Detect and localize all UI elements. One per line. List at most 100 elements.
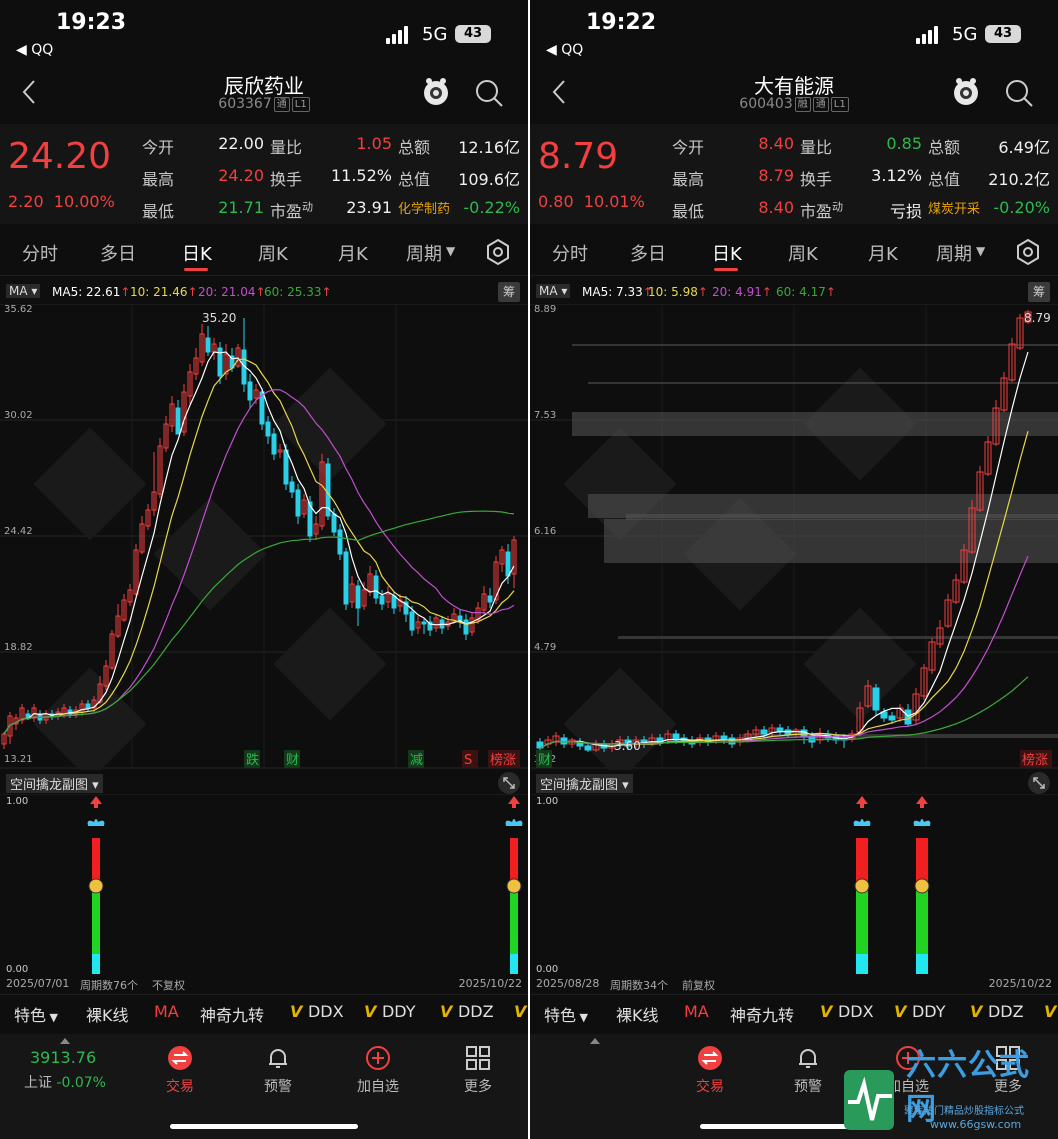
candle-body <box>175 407 181 435</box>
indicator-1[interactable]: 裸K线 <box>86 1002 129 1026</box>
adjust-mode[interactable]: 不复权 <box>152 977 185 993</box>
bottom-alert-button[interactable]: 预警 <box>768 1044 848 1096</box>
sub-chart-selector[interactable]: 空间擒龙副图 ▾ <box>6 774 103 793</box>
quote-label: 最低 <box>672 202 705 221</box>
bottom-trade-button[interactable]: 交易 <box>670 1044 750 1096</box>
quote-label: 总额 <box>398 138 431 157</box>
chart-settings-icon[interactable] <box>1014 238 1042 266</box>
candle-body <box>728 737 736 745</box>
chip-distribution-button[interactable]: 筹 <box>1028 282 1050 302</box>
index-value[interactable]: 3913.76 <box>30 1048 96 1067</box>
tab-multi-day[interactable]: 多日 <box>100 240 136 266</box>
chip-bar <box>572 344 1058 346</box>
expand-icon[interactable] <box>498 772 520 794</box>
chip-bar <box>572 412 1058 436</box>
nav-bar: 大有能源 600403 融通 L1 <box>530 64 1058 120</box>
background-watermark <box>33 667 147 770</box>
index-change: -0.07% <box>52 1075 106 1091</box>
period-count: 周期数34个 <box>610 979 668 992</box>
caret-down-icon[interactable]: ▼ <box>446 244 455 258</box>
event-tag: 榜涨 <box>1020 750 1052 768</box>
indicator-label: 裸K线 <box>86 1006 129 1025</box>
indicator-label: 神奇九转 <box>730 1006 795 1025</box>
indicator-2[interactable]: MA <box>154 1002 179 1021</box>
caret-down-icon[interactable]: ▼ <box>976 244 985 258</box>
kline-chart[interactable]: 8.897.536.164.793.428.793.60财榜涨 <box>530 304 1058 770</box>
tab-weekly-k[interactable]: 周K <box>788 240 818 266</box>
ma-selector[interactable]: MA ▾ <box>6 284 41 298</box>
bottom-add-watch-button[interactable]: 加自选 <box>338 1044 418 1096</box>
indicator-1[interactable]: 裸K线 <box>616 1002 659 1026</box>
indicator-label: DDY <box>911 1002 946 1021</box>
search-icon[interactable] <box>474 78 504 108</box>
indicator-5[interactable]: V DDY <box>364 1002 416 1021</box>
expand-up-icon[interactable] <box>60 1038 70 1044</box>
indicator-label: 裸K线 <box>616 1006 659 1025</box>
event-tag: 财 <box>284 750 300 768</box>
sub-chart-selector[interactable]: 空间擒龙副图 ▾ <box>536 774 633 793</box>
quote-label: 今开 <box>672 138 705 157</box>
chip-bar <box>588 382 1058 384</box>
signal-bar <box>853 796 871 974</box>
clock: 19:22 <box>586 10 657 35</box>
candle-body <box>337 529 343 555</box>
bottom-button-label: 更多 <box>464 1079 492 1095</box>
chip-distribution-button[interactable]: 筹 <box>498 282 520 302</box>
indicator-6[interactable]: V DDZ <box>440 1002 494 1021</box>
indicator-3[interactable]: 神奇九转 <box>730 1002 794 1026</box>
candle-body <box>487 595 493 603</box>
tab-intraday[interactable]: 分时 <box>552 240 588 266</box>
sub-y-min: 0.00 <box>536 964 558 975</box>
kline-chart[interactable]: 35.62 30.02 24.42 18.82 13.21 35.20 跌 财 减 S 榜涨 <box>0 304 528 770</box>
tab-period[interactable]: 周期 <box>936 240 972 266</box>
indicator-2[interactable]: MA <box>684 1002 709 1021</box>
indicator-label: DDZ <box>457 1002 494 1021</box>
tab-daily-k[interactable]: 日K <box>182 240 212 266</box>
tab-weekly-k[interactable]: 周K <box>258 240 288 266</box>
back-to-app-link[interactable]: ◀ QQ <box>16 42 53 58</box>
indicator-0[interactable]: 特色 ▼ <box>544 1002 588 1026</box>
adjust-mode[interactable]: 前复权 <box>682 977 715 993</box>
background-watermark <box>273 607 387 721</box>
robot-assistant-icon[interactable] <box>420 76 452 108</box>
indicator-3[interactable]: 神奇九转 <box>200 1002 264 1026</box>
robot-assistant-icon[interactable] <box>950 76 982 108</box>
candle-body <box>205 337 211 353</box>
candle-body <box>271 433 277 455</box>
search-icon[interactable] <box>1004 78 1034 108</box>
bottom-alert-button[interactable]: 预警 <box>238 1044 318 1096</box>
ma-selector[interactable]: MA ▾ <box>536 284 571 298</box>
candle-body <box>421 621 427 625</box>
indicator-6[interactable]: V DDZ <box>970 1002 1024 1021</box>
chart-settings-icon[interactable] <box>484 238 512 266</box>
indicator-4[interactable]: V DDX <box>290 1002 344 1021</box>
expand-icon[interactable] <box>1028 772 1050 794</box>
bottom-button-label: 预警 <box>264 1079 292 1095</box>
end-date: 2025/10/22 <box>458 977 522 990</box>
tab-period[interactable]: 周期 <box>406 240 442 266</box>
ma20-label: 20: 21.04↑ <box>198 285 266 299</box>
indicator-5[interactable]: V DDY <box>894 1002 946 1021</box>
bottom-trade-button[interactable]: 交易 <box>140 1044 220 1096</box>
tab-multi-day[interactable]: 多日 <box>630 240 666 266</box>
status-bar: 19:23 ◀ QQ 5G 43 <box>0 0 528 64</box>
sub-indicator-chart[interactable]: 1.00 0.00 <box>0 794 528 976</box>
quote-value: 24.20 <box>218 166 264 185</box>
expand-up-icon[interactable] <box>590 1038 600 1044</box>
back-to-app-link[interactable]: ◀ QQ <box>546 42 583 58</box>
tab-monthly-k[interactable]: 月K <box>338 240 368 266</box>
chip-bar <box>604 519 1058 563</box>
ma5-label: MA5: 22.61↑ <box>52 285 131 299</box>
tab-monthly-k[interactable]: 月K <box>868 240 898 266</box>
quote-value: 8.79 <box>758 166 794 185</box>
indicator-label: DDZ <box>987 1002 1024 1021</box>
tab-intraday[interactable]: 分时 <box>22 240 58 266</box>
tab-daily-k[interactable]: 日K <box>712 240 742 266</box>
indicator-4[interactable]: V DDX <box>820 1002 874 1021</box>
ma60-label: 60: 25.33↑ <box>264 285 332 299</box>
index-name-change[interactable]: 上证 -0.07% <box>24 1072 106 1092</box>
sub-indicator-chart[interactable]: 1.00 0.00 <box>530 794 1058 976</box>
bottom-more-button[interactable]: 更多 <box>438 1044 518 1096</box>
indicator-0[interactable]: 特色 ▼ <box>14 1002 58 1026</box>
stock-tag: 通 <box>273 97 290 112</box>
